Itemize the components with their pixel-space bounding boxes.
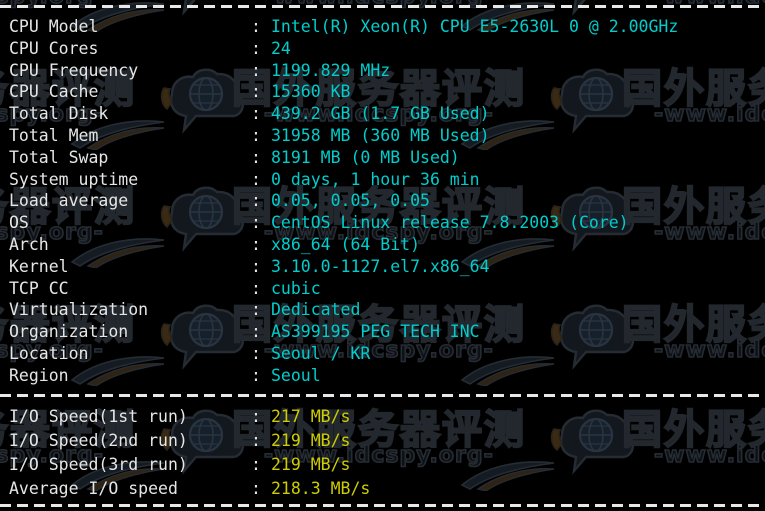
separator-bottom bbox=[0, 504, 765, 507]
info-row-i-o-speed-1st-run: I/O Speed(1st run):217 MB/s bbox=[0, 406, 765, 428]
row-label: CPU Cores bbox=[9, 38, 99, 58]
row-label: Average I/O speed bbox=[9, 479, 178, 498]
row-label: Kernel bbox=[9, 256, 69, 276]
row-label: Total Disk bbox=[9, 104, 109, 124]
row-colon: : bbox=[251, 17, 261, 36]
row-label: OS bbox=[9, 213, 29, 233]
info-row-cpu-cache: CPU Cache:15360 KB bbox=[0, 81, 765, 103]
row-label: I/O Speed(2nd run) bbox=[9, 431, 188, 450]
info-row-total-mem: Total Mem:31958 MB (360 MB Used) bbox=[0, 125, 765, 147]
row-value: 0 days, 1 hour 36 min bbox=[271, 169, 480, 189]
row-value: 24 bbox=[271, 38, 291, 58]
row-value: Intel(R) Xeon(R) CPU E5-2630L 0 @ 2.00GH… bbox=[271, 17, 679, 36]
row-value: 0.05, 0.05, 0.05 bbox=[271, 191, 430, 211]
row-value: CentOS Linux release 7.8.2003 (Core) bbox=[271, 213, 629, 233]
row-value: x86_64 (64 Bit) bbox=[271, 235, 421, 254]
row-label: CPU Cache bbox=[9, 82, 99, 102]
info-row-location: Location: Seoul / KR bbox=[0, 343, 765, 365]
row-colon: : bbox=[251, 344, 261, 363]
row-colon: : bbox=[251, 147, 261, 167]
row-colon: : bbox=[251, 278, 261, 298]
separator-middle bbox=[0, 394, 765, 397]
row-label: CPU Frequency bbox=[9, 60, 139, 80]
row-label: Load average bbox=[9, 191, 129, 211]
row-value: Seoul / KR bbox=[271, 344, 371, 363]
row-colon: : bbox=[251, 191, 261, 211]
row-value: Seoul bbox=[271, 365, 321, 385]
row-value: 31958 MB (360 MB Used) bbox=[271, 126, 490, 145]
terminal-window: 国外服务器评测-www.idcspy.org- 国外服务器评测-www.idcs… bbox=[0, 0, 765, 511]
row-colon: : bbox=[251, 455, 261, 474]
info-row-virtualization: Virtualization: Dedicated bbox=[0, 299, 765, 321]
row-value: 1199.829 MHz bbox=[271, 60, 391, 80]
info-row-tcp-cc: TCP CC: cubic bbox=[0, 278, 765, 300]
row-colon: : bbox=[251, 235, 261, 254]
row-colon: : bbox=[251, 300, 261, 320]
row-label: I/O Speed(1st run) bbox=[9, 407, 188, 426]
row-label: Location bbox=[9, 344, 89, 363]
row-colon: : bbox=[251, 126, 261, 145]
info-row-average-i-o-speed: Average I/O speed:218.3 MB/s bbox=[0, 478, 765, 500]
row-value: 8191 MB (0 MB Used) bbox=[271, 147, 460, 167]
row-label: I/O Speed(3rd run) bbox=[9, 455, 188, 474]
row-value: 3.10.0-1127.el7.x86_64 bbox=[271, 256, 490, 276]
info-row-os: OS: CentOS Linux release 7.8.2003 (Core) bbox=[0, 212, 765, 234]
row-colon: : bbox=[251, 407, 261, 426]
info-row-kernel: Kernel:3.10.0-1127.el7.x86_64 bbox=[0, 256, 765, 278]
row-colon: : bbox=[251, 479, 261, 498]
row-label: Organization bbox=[9, 322, 129, 342]
info-row-cpu-cores: CPU Cores:24 bbox=[0, 38, 765, 60]
info-row-load-average: Load average:0.05, 0.05, 0.05 bbox=[0, 190, 765, 212]
row-colon: : bbox=[251, 38, 261, 58]
info-row-i-o-speed-3rd-run: I/O Speed(3rd run):219 MB/s bbox=[0, 454, 765, 476]
row-colon: : bbox=[251, 431, 261, 450]
row-value: cubic bbox=[271, 278, 321, 298]
row-label: CPU Model bbox=[9, 17, 99, 36]
row-colon: : bbox=[251, 169, 261, 189]
row-label: Total Mem bbox=[9, 126, 99, 145]
terminal-content: CPU Model: Intel(R) Xeon(R) CPU E5-2630L … bbox=[0, 0, 765, 511]
row-label: Arch bbox=[9, 235, 49, 254]
row-colon: : bbox=[251, 60, 261, 80]
separator-top bbox=[0, 5, 765, 8]
info-row-system-uptime: System uptime:0 days, 1 hour 36 min bbox=[0, 169, 765, 191]
row-label: Region bbox=[9, 365, 69, 385]
row-colon: : bbox=[251, 213, 261, 233]
info-row-cpu-frequency: CPU Frequency:1199.829 MHz bbox=[0, 60, 765, 82]
row-colon: : bbox=[251, 104, 261, 124]
row-value: 217 MB/s bbox=[271, 407, 351, 426]
info-row-i-o-speed-2nd-run: I/O Speed(2nd run):219 MB/s bbox=[0, 430, 765, 452]
info-row-total-disk: Total Disk:439.2 GB (1.7 GB Used) bbox=[0, 103, 765, 125]
info-row-organization: Organization: AS399195 PEG TECH INC bbox=[0, 321, 765, 343]
row-value: Dedicated bbox=[271, 300, 361, 320]
row-value: 218.3 MB/s bbox=[271, 479, 371, 498]
info-row-total-swap: Total Swap:8191 MB (0 MB Used) bbox=[0, 147, 765, 169]
row-value: AS399195 PEG TECH INC bbox=[271, 322, 480, 342]
row-value: 219 MB/s bbox=[271, 455, 351, 474]
row-colon: : bbox=[251, 82, 261, 102]
row-label: Total Swap bbox=[9, 147, 109, 167]
row-value: 439.2 GB (1.7 GB Used) bbox=[271, 104, 490, 124]
row-label: System uptime bbox=[9, 169, 139, 189]
info-row-region: Region: Seoul bbox=[0, 365, 765, 387]
row-value: 219 MB/s bbox=[271, 431, 351, 450]
info-row-cpu-model: CPU Model: Intel(R) Xeon(R) CPU E5-2630L … bbox=[0, 16, 765, 38]
row-colon: : bbox=[251, 322, 261, 342]
row-colon: : bbox=[251, 365, 261, 385]
row-label: TCP CC bbox=[9, 278, 69, 298]
row-value: 15360 KB bbox=[271, 82, 351, 102]
row-label: Virtualization bbox=[9, 300, 149, 320]
row-colon: : bbox=[251, 256, 261, 276]
info-row-arch: Arch: x86_64 (64 Bit) bbox=[0, 234, 765, 256]
